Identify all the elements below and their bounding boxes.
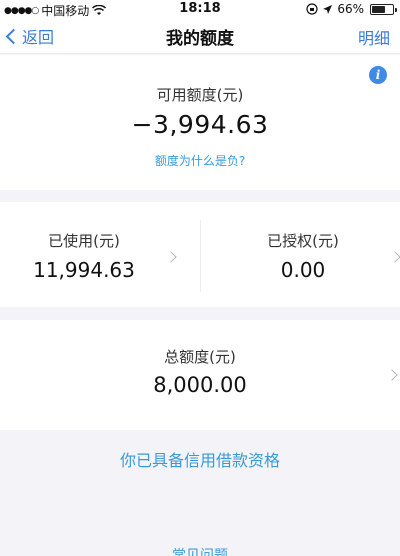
battery-fill [372,5,385,13]
nav-bar: 返回 我的额度 明细 [0,18,400,54]
available-credit-card: i 可用额度(元) −3,994.63 额度为什么是负? [0,55,400,190]
total-credit-label: 总额度(元) [164,348,236,366]
used-credit-label: 已使用(元) [48,232,120,250]
total-credit-value: 8,000.00 [153,373,247,397]
total-credit-item[interactable]: 总额度(元) 8,000.00 [0,320,400,430]
page-title: 我的额度 [166,29,234,49]
available-credit-label: 可用额度(元) [156,86,244,104]
authorized-credit-value: 0.00 [280,258,326,282]
authorized-credit-label: 已授权(元) [267,232,339,250]
battery-icon [370,3,397,15]
location-arrow-icon [323,4,333,14]
used-credit-item[interactable]: 已使用(元) 11,994.63 [0,202,200,307]
info-icon[interactable]: i [369,66,387,84]
usage-stats-card: 已使用(元) 11,994.63 已授权(元) 0.00 [0,202,400,307]
credit-eligibility-link[interactable]: 你已具备信用借款资格 [0,447,400,471]
used-credit-value: 11,994.63 [33,258,135,282]
battery-percent: 66% [337,2,364,16]
status-bar: ●●●●○ 中国移动 18:18 66% [0,0,400,18]
status-right: 66% [306,2,397,16]
available-credit-value: −3,994.63 [131,110,269,139]
orientation-lock-icon [306,3,318,15]
why-negative-link[interactable]: 额度为什么是负? [0,152,400,169]
detail-button[interactable]: 明细 [358,25,390,49]
authorized-credit-item[interactable]: 已授权(元) 0.00 [201,202,400,307]
faq-link[interactable]: 常见问题 [0,545,400,556]
